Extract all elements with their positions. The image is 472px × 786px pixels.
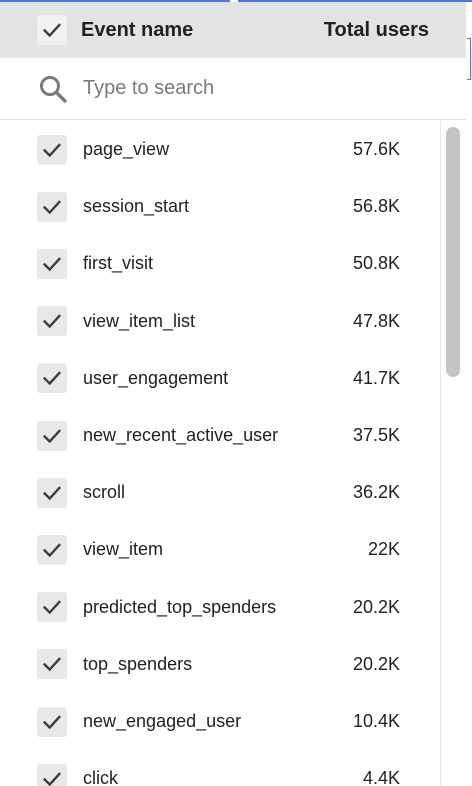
event-filter-panel: Event name Total users page_view 57.6K ses… — [0, 0, 467, 786]
accent-segment — [238, 0, 472, 2]
event-checkbox[interactable] — [37, 763, 67, 786]
event-list: page_view 57.6K session_start 56.8K first_vi… — [0, 121, 440, 786]
event-total-users: 10.4K — [352, 711, 400, 731]
event-row[interactable]: user_engagement 41.7K — [0, 350, 440, 407]
event-name-column-header[interactable]: Event name — [81, 19, 324, 42]
event-row[interactable]: page_view 57.6K — [0, 121, 440, 178]
check-icon — [42, 771, 62, 786]
total-users-column-header[interactable]: Total users — [324, 19, 429, 42]
table-header: Event name Total users — [0, 2, 466, 58]
event-row[interactable]: new_recent_active_user 37.5K — [0, 407, 440, 464]
event-checkbox[interactable] — [37, 706, 67, 737]
event-checkbox[interactable] — [37, 649, 67, 680]
search-icon — [37, 73, 69, 105]
check-icon — [42, 371, 62, 386]
check-icon — [42, 714, 62, 729]
event-name: click — [83, 768, 118, 786]
event-total-users: 57.6K — [352, 139, 400, 159]
event-row[interactable]: session_start 56.8K — [0, 178, 440, 235]
event-total-users: 36.2K — [352, 482, 400, 503]
check-icon — [42, 428, 62, 443]
event-name: scroll — [83, 482, 126, 503]
event-row[interactable]: first_visit 50.8K — [0, 235, 440, 292]
event-row[interactable]: view_item 22K — [0, 521, 440, 578]
event-total-users: 20.2K — [352, 653, 400, 674]
check-icon — [42, 199, 62, 214]
event-checkbox[interactable] — [37, 477, 67, 508]
event-total-users: 56.8K — [352, 196, 400, 217]
selection-outline — [467, 38, 471, 80]
event-total-users: 41.7K — [352, 367, 400, 388]
event-checkbox[interactable] — [37, 363, 67, 394]
check-icon — [42, 600, 62, 615]
check-icon — [42, 657, 62, 672]
event-name: first_visit — [83, 253, 154, 274]
event-name: top_spenders — [83, 653, 193, 674]
event-name: new_recent_active_user — [83, 425, 279, 445]
event-row[interactable]: click 4.4K — [0, 750, 440, 786]
event-total-users: 20.2K — [352, 596, 400, 617]
check-icon — [42, 23, 62, 38]
scrollbar-track[interactable] — [440, 121, 466, 786]
event-row[interactable]: view_item_list 47.8K — [0, 293, 440, 350]
check-icon — [42, 142, 62, 157]
event-name: view_item — [83, 539, 164, 560]
event-name: user_engagement — [83, 367, 229, 388]
event-row[interactable]: scroll 36.2K — [0, 464, 440, 521]
event-total-users: 50.8K — [352, 253, 400, 274]
event-name: session_start — [83, 196, 190, 217]
event-row[interactable]: new_engaged_user 10.4K — [0, 693, 440, 750]
event-checkbox[interactable] — [37, 306, 67, 337]
accent-segment — [0, 0, 230, 2]
event-total-users: 47.8K — [352, 310, 400, 331]
check-icon — [42, 485, 62, 500]
event-name: page_view — [83, 139, 170, 159]
event-row[interactable]: top_spenders 20.2K — [0, 636, 440, 693]
search-input[interactable] — [83, 77, 413, 100]
event-checkbox[interactable] — [37, 248, 67, 279]
check-icon — [42, 257, 62, 272]
select-all-checkbox[interactable] — [37, 15, 67, 45]
event-total-users: 4.4K — [362, 768, 400, 786]
check-icon — [42, 314, 62, 329]
event-total-users: 37.5K — [352, 425, 400, 445]
adjacent-panel-edge — [466, 0, 472, 786]
event-row[interactable]: predicted_top_spenders 20.2K — [0, 579, 440, 636]
event-checkbox[interactable] — [37, 420, 67, 451]
scrollbar-thumb[interactable] — [446, 127, 460, 377]
event-name: view_item_list — [83, 310, 196, 331]
event-name: predicted_top_spenders — [83, 596, 277, 617]
event-checkbox[interactable] — [37, 534, 67, 565]
event-name: new_engaged_user — [83, 711, 242, 731]
check-icon — [42, 543, 62, 558]
top-accent-line — [0, 0, 472, 2]
event-checkbox[interactable] — [37, 592, 67, 623]
event-checkbox[interactable] — [37, 191, 67, 222]
event-total-users: 22K — [367, 539, 400, 560]
search-bar — [0, 58, 466, 120]
event-checkbox[interactable] — [37, 134, 67, 165]
